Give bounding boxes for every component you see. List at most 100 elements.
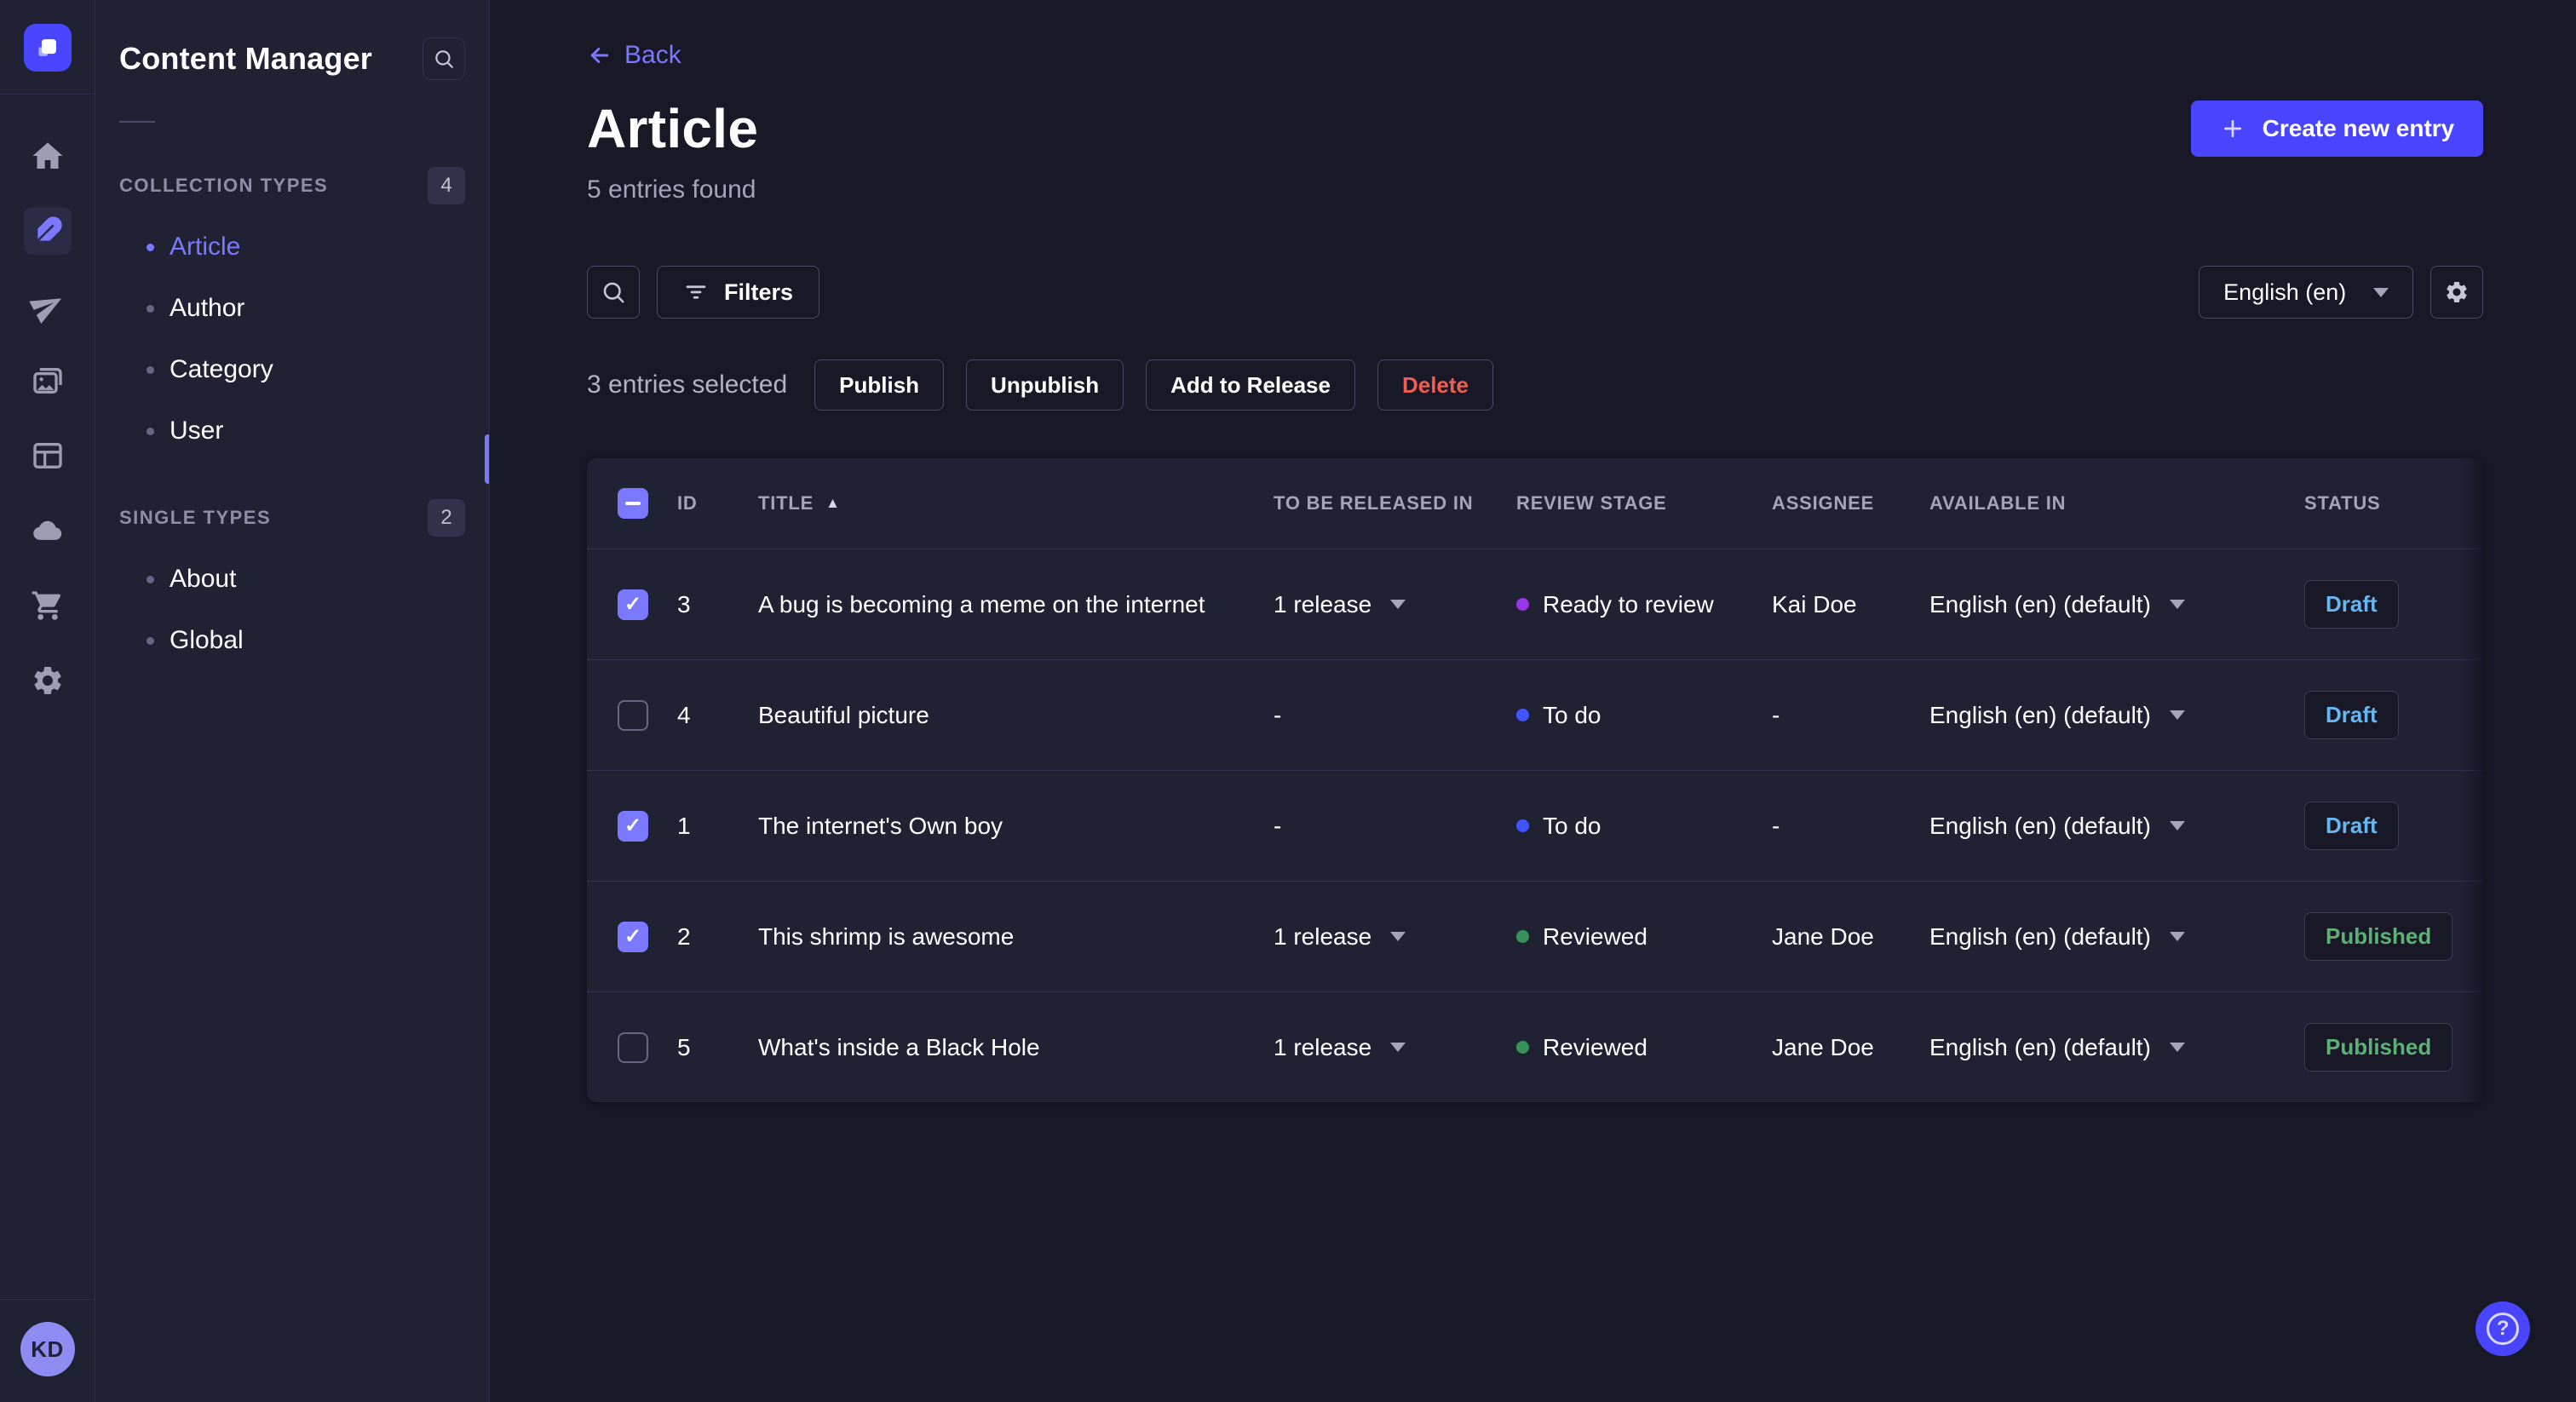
sidebar-search-button[interactable] (423, 37, 465, 80)
sort-ascending-icon: ▲ (825, 495, 841, 511)
column-header-released[interactable]: TO BE RELEASED IN (1274, 492, 1516, 514)
status-badge: Published (2304, 912, 2453, 961)
column-header-status[interactable]: STATUS (2304, 492, 2452, 514)
home-icon[interactable] (24, 132, 72, 180)
marketplace-cart-icon[interactable] (24, 582, 72, 629)
stage-dot-icon (1516, 930, 1529, 943)
selection-summary: 3 entries selected (587, 371, 788, 399)
id-cell: 3 (677, 590, 691, 618)
sidebar-item-global[interactable]: Global (119, 610, 465, 671)
row-checkbox[interactable] (618, 699, 648, 731)
row-checkbox[interactable] (618, 1031, 648, 1063)
id-cell: 2 (677, 922, 691, 950)
column-header-available[interactable]: AVAILABLE IN (1929, 492, 2304, 514)
bullet-icon (147, 636, 154, 645)
sidebar-title: Content Manager (119, 41, 373, 76)
stage-cell: Reviewed (1516, 923, 1772, 951)
delete-button[interactable]: Delete (1377, 359, 1494, 411)
available-in-cell[interactable]: English (en) (default) (1929, 923, 2304, 951)
settings-gear-icon[interactable] (24, 657, 72, 704)
release-cell[interactable]: 1 release (1274, 1034, 1516, 1061)
sidebar-item-label: Author (170, 294, 245, 322)
media-library-icon[interactable] (24, 357, 72, 405)
table-row[interactable]: 3 A bug is becoming a meme on the intern… (587, 549, 2484, 659)
plus-icon (2223, 119, 2241, 138)
search-icon (435, 50, 453, 68)
collection-types-count-badge: 4 (428, 167, 465, 204)
avatar[interactable]: KD (20, 1322, 75, 1376)
stage-cell: To do (1516, 702, 1772, 729)
row-checkbox[interactable] (618, 810, 648, 842)
sidebar-item-user[interactable]: User (119, 400, 465, 462)
single-types-count-badge: 2 (428, 499, 465, 537)
add-to-release-button[interactable]: Add to Release (1146, 359, 1355, 411)
gear-icon (2447, 282, 2467, 302)
view-settings-button[interactable] (2430, 266, 2484, 319)
app-root: KD Content Manager COLLECTION TYPES 4 Ar… (0, 0, 2576, 1402)
table-header-row: ID TITLE ▲ TO BE RELEASED IN REVIEW STAGE… (587, 458, 2483, 549)
table-row[interactable]: 4 Beautiful picture - To do - English (e… (587, 659, 2484, 770)
bullet-icon (147, 365, 154, 374)
row-checkbox[interactable] (618, 921, 648, 952)
bullet-icon (147, 575, 154, 583)
publish-button[interactable]: Publish (814, 359, 945, 411)
content-type-builder-icon[interactable] (24, 432, 72, 480)
release-cell[interactable]: - (1274, 702, 1516, 729)
available-in-cell[interactable]: English (en) (default) (1929, 1034, 2304, 1061)
row-checkbox[interactable] (618, 589, 648, 620)
filters-label: Filters (724, 279, 794, 305)
release-cell[interactable]: - (1274, 813, 1516, 840)
locale-select-value: English (en) (2223, 279, 2347, 305)
sidebar-item-label: User (170, 417, 224, 445)
content-manager-icon[interactable] (23, 207, 72, 255)
table-row[interactable]: 5 What's inside a Black Hole 1 release R… (587, 991, 2484, 1102)
single-types-label: SINGLE TYPES (119, 507, 272, 528)
unpublish-button[interactable]: Unpublish (966, 359, 1124, 411)
assignee-cell: Jane Doe (1772, 1033, 1874, 1060)
table-search-button[interactable] (587, 266, 640, 319)
create-new-entry-button[interactable]: Create new entry (2190, 101, 2484, 157)
sidebar-item-label: Category (170, 355, 273, 383)
strapi-logo-icon[interactable] (23, 24, 72, 72)
sidebar-rule (119, 121, 155, 123)
id-cell: 1 (677, 812, 691, 839)
assignee-cell: Jane Doe (1772, 922, 1874, 950)
help-button[interactable]: ? (2475, 1301, 2531, 1356)
releases-send-icon[interactable] (24, 282, 72, 330)
release-cell[interactable]: 1 release (1274, 923, 1516, 951)
release-cell[interactable]: 1 release (1274, 591, 1516, 618)
rail-divider (0, 94, 95, 95)
status-badge: Published (2304, 1023, 2453, 1072)
sidebar-item-article[interactable]: Article (119, 216, 465, 278)
back-link[interactable]: Back (587, 41, 681, 70)
chevron-down-icon (2169, 821, 2185, 830)
column-header-assignee[interactable]: ASSIGNEE (1772, 492, 1929, 514)
sidebar-item-label: About (170, 565, 237, 593)
locale-select[interactable]: English (en) (2199, 266, 2414, 319)
select-all-checkbox[interactable] (618, 488, 648, 519)
rail-bottom-divider (0, 1299, 95, 1300)
sidebar-item-category[interactable]: Category (119, 339, 465, 400)
sidebar-item-about[interactable]: About (119, 549, 465, 610)
chevron-down-icon (2169, 1043, 2185, 1052)
available-in-cell[interactable]: English (en) (default) (1929, 702, 2304, 729)
stage-dot-icon (1516, 709, 1529, 721)
bullet-icon (147, 427, 154, 435)
title-cell: A bug is becoming a meme on the internet (758, 590, 1205, 618)
active-item-indicator (485, 434, 489, 484)
chevron-down-icon (1390, 600, 1406, 609)
available-in-cell[interactable]: English (en) (default) (1929, 591, 2304, 618)
available-in-cell[interactable]: English (en) (default) (1929, 813, 2304, 840)
column-header-title[interactable]: TITLE ▲ (758, 492, 1274, 514)
column-header-id[interactable]: ID (677, 492, 758, 514)
filters-button[interactable]: Filters (657, 266, 820, 319)
sidebar-item-author[interactable]: Author (119, 278, 465, 339)
entries-count-text: 5 entries found (587, 175, 756, 204)
table-row[interactable]: 1 The internet's Own boy - To do - Engli… (587, 770, 2484, 881)
column-header-stage[interactable]: REVIEW STAGE (1516, 492, 1772, 514)
table-row[interactable]: 2 This shrimp is awesome 1 release Revie… (587, 881, 2484, 991)
search-icon (603, 282, 624, 303)
sidebar-item-label: Article (170, 233, 241, 261)
cloud-deploy-icon[interactable] (24, 507, 72, 554)
assignee-cell: - (1772, 812, 1780, 839)
